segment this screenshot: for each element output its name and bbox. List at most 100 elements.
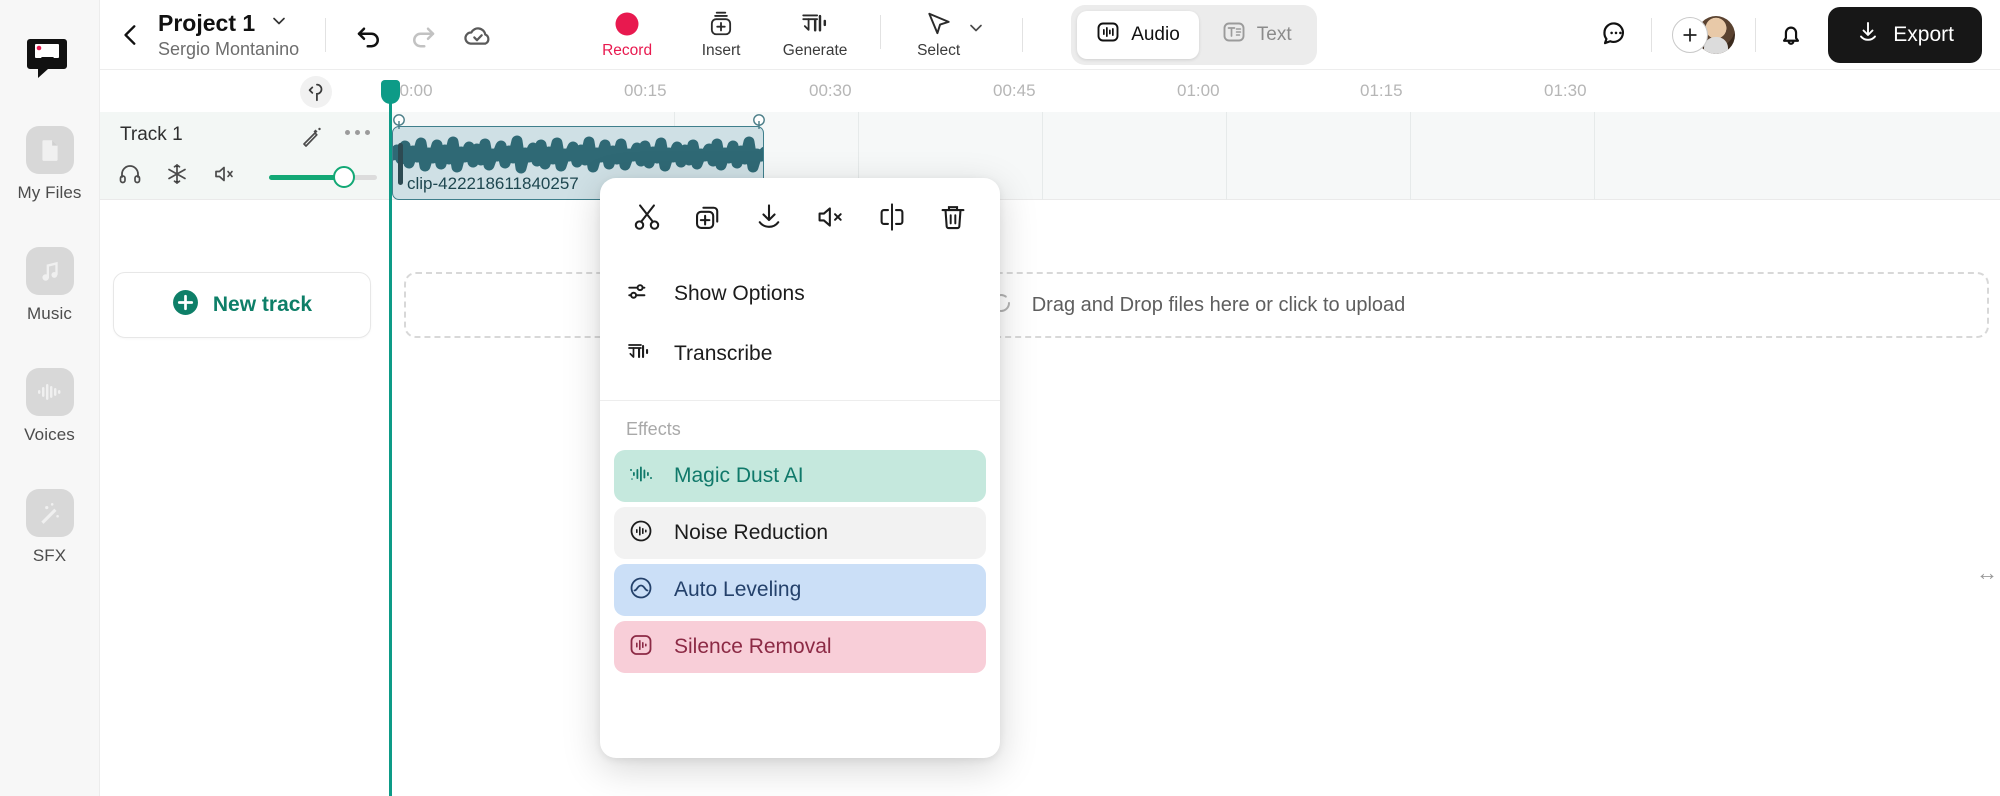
divider xyxy=(1022,18,1023,52)
sidebar-item-my-files[interactable]: My Files xyxy=(0,126,99,203)
effect-label: Magic Dust AI xyxy=(674,464,804,488)
playhead-handle[interactable] xyxy=(381,80,400,104)
silence-square-icon xyxy=(628,633,654,662)
plus-circle-icon xyxy=(172,289,199,321)
more-dots-icon[interactable] xyxy=(345,130,370,135)
export-label: Export xyxy=(1893,23,1954,47)
collaborators xyxy=(1672,16,1735,54)
comment-bubble-icon[interactable] xyxy=(1601,20,1631,50)
ruler-tick: 01:30 xyxy=(1544,81,1587,101)
tab-text[interactable]: Text xyxy=(1203,11,1311,59)
tool-label: Generate xyxy=(783,42,848,60)
redo-arrow-icon[interactable] xyxy=(408,20,438,50)
sidebar-item-sfx[interactable]: SFX xyxy=(0,489,99,566)
playhead[interactable] xyxy=(389,98,392,796)
generate-button[interactable]: Generate xyxy=(768,9,862,60)
tool-label: Insert xyxy=(702,42,741,60)
ruler-tick: 01:00 xyxy=(1177,81,1220,101)
chevron-down-icon[interactable] xyxy=(269,11,289,36)
clip-waveform xyxy=(393,133,764,177)
menu-item-label: Transcribe xyxy=(674,342,772,366)
text-box-icon xyxy=(1222,20,1246,50)
audio-waveform-icon xyxy=(1096,20,1120,50)
divider xyxy=(1755,18,1756,52)
history-controls xyxy=(354,20,492,50)
effect-noise-reduction[interactable]: Noise Reduction xyxy=(614,507,986,559)
mode-toggle: Audio Text xyxy=(1071,5,1316,65)
speech-bubble-logo[interactable] xyxy=(27,36,73,82)
auto-level-icon xyxy=(628,576,654,605)
ruler-tick: 00:45 xyxy=(993,81,1036,101)
divider xyxy=(880,15,881,49)
track-controls xyxy=(118,162,377,191)
header-right-actions: Export xyxy=(1601,7,2000,63)
effect-silence-removal[interactable]: Silence Removal xyxy=(614,621,986,673)
record-button[interactable]: Record xyxy=(580,9,674,60)
sidebar-label: SFX xyxy=(33,546,66,566)
clip-grip-left[interactable] xyxy=(392,114,406,134)
speaker-mute-icon[interactable] xyxy=(814,200,848,234)
page-title: Project 1 xyxy=(158,10,255,37)
dropzone-label: Drag and Drop files here or click to upl… xyxy=(1032,294,1406,317)
tab-audio[interactable]: Audio xyxy=(1077,11,1199,59)
ruler-tick: 00:30 xyxy=(809,81,852,101)
cloud-check-icon[interactable] xyxy=(462,20,492,50)
add-collaborator-button[interactable] xyxy=(1672,17,1708,53)
menu-item-show-options[interactable]: Show Options xyxy=(600,264,1000,324)
sliders-icon xyxy=(626,279,652,310)
clip-name: clip-422218611840257 xyxy=(407,174,579,194)
record-dot-icon xyxy=(614,9,640,39)
menu-item-transcribe[interactable]: Transcribe xyxy=(600,324,1000,384)
divider xyxy=(1651,18,1652,52)
track-name: Track 1 xyxy=(120,124,183,146)
undo-arrow-icon[interactable] xyxy=(354,20,384,50)
bell-icon[interactable] xyxy=(1776,20,1806,50)
sidebar-label: Music xyxy=(27,304,72,324)
effect-magic-dust-ai[interactable]: Magic Dust AI xyxy=(614,450,986,502)
magnet-snap-icon[interactable] xyxy=(300,76,332,108)
duplicate-plus-icon[interactable] xyxy=(691,200,725,234)
headphones-icon[interactable] xyxy=(118,162,142,191)
split-clip-icon[interactable] xyxy=(875,200,909,234)
clip-grip-right[interactable] xyxy=(752,114,766,134)
project-info: Project 1 Sergio Montanino xyxy=(158,10,299,60)
download-icon xyxy=(1856,20,1880,50)
new-track-button[interactable]: New track xyxy=(113,272,371,338)
back-button[interactable] xyxy=(118,22,144,48)
divider xyxy=(325,18,326,52)
audio-editor-app: My Files Music xyxy=(0,0,2000,796)
download-icon[interactable] xyxy=(752,200,786,234)
speaker-mute-icon[interactable] xyxy=(212,162,238,191)
sparkle-wave-icon xyxy=(628,462,654,491)
magic-wand-icon xyxy=(26,489,74,537)
select-label: Select xyxy=(917,42,960,60)
select-tool-button[interactable]: Select xyxy=(917,9,986,60)
volume-slider[interactable] xyxy=(269,174,377,180)
ruler-tick: 00:15 xyxy=(624,81,667,101)
top-toolbar: Project 1 Sergio Montanino xyxy=(100,0,2000,70)
resize-handle-icon[interactable]: ↔ xyxy=(1976,560,1998,586)
tab-label: Text xyxy=(1257,24,1292,46)
tab-label: Audio xyxy=(1131,24,1180,46)
effect-label: Auto Leveling xyxy=(674,578,801,602)
effect-label: Noise Reduction xyxy=(674,521,828,545)
trash-icon[interactable] xyxy=(936,200,970,234)
effects-heading: Effects xyxy=(600,401,1000,450)
generate-icon xyxy=(800,9,830,39)
tool-buttons: Record Insert xyxy=(580,9,986,60)
transcribe-icon xyxy=(626,340,652,369)
sidebar-label: My Files xyxy=(17,183,81,203)
scissors-icon[interactable] xyxy=(630,200,664,234)
sidebar-label: Voices xyxy=(24,425,75,445)
sidebar-item-voices[interactable]: Voices xyxy=(0,368,99,445)
magic-wand-icon[interactable] xyxy=(300,124,324,153)
snowflake-icon[interactable] xyxy=(165,162,189,191)
export-button[interactable]: Export xyxy=(1828,7,1982,63)
sidebar-item-music[interactable]: Music xyxy=(0,247,99,324)
new-track-label: New track xyxy=(213,293,312,317)
effect-auto-leveling[interactable]: Auto Leveling xyxy=(614,564,986,616)
insert-button[interactable]: Insert xyxy=(674,9,768,60)
waveform-icon xyxy=(26,368,74,416)
clip-left-handle[interactable] xyxy=(398,143,403,185)
chevron-down-icon[interactable] xyxy=(966,18,986,43)
